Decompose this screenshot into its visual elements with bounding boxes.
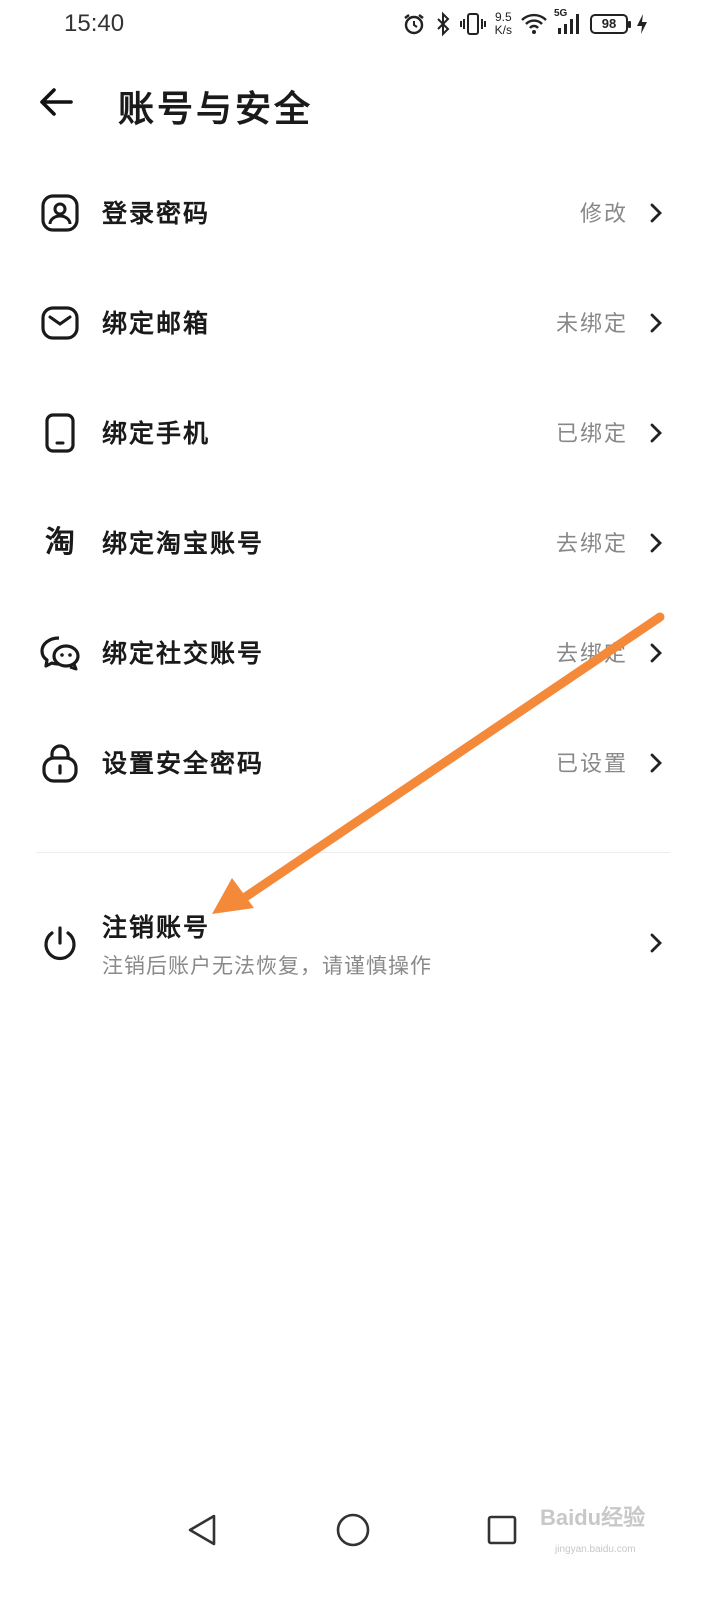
status-icons: 9.5 K/s 5G 98 — [401, 8, 648, 40]
chevron-right-icon — [650, 643, 662, 663]
mail-icon — [38, 303, 82, 343]
lock-icon — [38, 743, 82, 783]
chevron-right-icon — [650, 203, 662, 223]
phone-icon — [38, 413, 82, 453]
section-divider — [36, 852, 670, 853]
chevron-right-icon — [650, 313, 662, 333]
wifi-icon — [520, 12, 548, 36]
page-title: 账号与安全 — [118, 88, 314, 130]
nav-recents-button[interactable] — [482, 1510, 522, 1550]
settings-item-bind-social[interactable]: 绑定社交账号 去绑定 — [0, 598, 720, 708]
header: 账号与安全 — [0, 68, 720, 140]
status-bar: 15:40 9.5 K/s 5G 98 — [0, 0, 720, 48]
settings-item-bind-phone[interactable]: 绑定手机 已绑定 — [0, 378, 720, 488]
deregister-account-item[interactable]: 注销账号 注销后账户无法恢复，请谨慎操作 — [0, 880, 720, 1006]
signal-type-label: 5G — [554, 8, 568, 19]
chevron-right-icon — [650, 533, 662, 553]
deregister-warning: 注销后账户无法恢复，请谨慎操作 — [102, 954, 432, 978]
watermark-site: jingyan.baidu.com — [555, 1544, 636, 1555]
vibrate-icon — [459, 11, 487, 37]
item-label: 绑定邮箱 — [102, 309, 211, 338]
watermark-logo: Baidu经验 — [540, 1505, 646, 1530]
battery-icon: 98 — [590, 14, 631, 34]
taobao-glyph: 淘 — [45, 525, 75, 560]
item-value: 修改 — [579, 202, 628, 227]
alarm-icon — [401, 11, 427, 37]
charging-icon — [636, 13, 648, 35]
settings-item-bind-email[interactable]: 绑定邮箱 未绑定 — [0, 268, 720, 378]
deregister-label: 注销账号 — [102, 913, 211, 942]
bluetooth-icon — [435, 11, 451, 37]
home-circle-icon — [336, 1513, 370, 1547]
recents-square-icon — [487, 1515, 517, 1545]
chevron-right-icon — [650, 423, 662, 443]
settings-item-bind-taobao[interactable]: 淘 绑定淘宝账号 去绑定 — [0, 488, 720, 598]
item-value: 未绑定 — [555, 312, 628, 337]
settings-item-security-password[interactable]: 设置安全密码 已设置 — [0, 708, 720, 818]
net-speed: 9.5 K/s — [495, 11, 512, 37]
user-lock-icon — [38, 193, 82, 233]
nav-back-button[interactable] — [182, 1510, 222, 1550]
power-icon — [38, 924, 82, 964]
item-value: 已设置 — [555, 752, 628, 777]
item-value: 去绑定 — [555, 532, 628, 557]
nav-home-button[interactable] — [333, 1510, 373, 1550]
status-time: 15:40 — [64, 10, 125, 37]
signal-icon: 5G — [554, 8, 582, 36]
chevron-right-icon — [650, 933, 662, 953]
item-value: 已绑定 — [555, 422, 628, 447]
item-label: 绑定社交账号 — [102, 639, 265, 668]
chat-icon — [38, 633, 82, 673]
settings-list: 登录密码 修改 绑定邮箱 未绑定 绑定手机 已绑定 淘 绑定淘宝账号 去绑定 绑… — [0, 158, 720, 818]
net-speed-unit: K/s — [494, 23, 512, 37]
back-triangle-icon — [188, 1514, 216, 1546]
item-label: 绑定淘宝账号 — [102, 529, 265, 558]
item-value: 去绑定 — [555, 642, 628, 667]
chevron-right-icon — [650, 753, 662, 773]
back-button[interactable] — [30, 82, 82, 126]
item-label: 设置安全密码 — [102, 749, 265, 778]
taobao-icon: 淘 — [38, 523, 82, 563]
item-label: 绑定手机 — [102, 419, 211, 448]
item-label: 登录密码 — [102, 199, 211, 228]
settings-item-login-password[interactable]: 登录密码 修改 — [0, 158, 720, 268]
back-arrow-icon — [38, 87, 74, 121]
